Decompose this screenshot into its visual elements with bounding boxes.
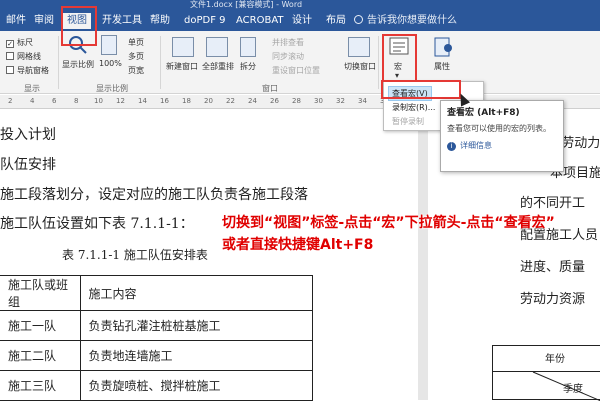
tab-acrobat[interactable]: ACROBAT bbox=[232, 13, 288, 29]
menu-item-pause-recording[interactable]: 暂停录制 bbox=[392, 116, 424, 127]
side-by-side-button[interactable]: 并排查看 bbox=[272, 37, 304, 48]
doc-line: 施工队伍设置如下表 7.1.1-1： bbox=[0, 216, 194, 232]
split-icon bbox=[240, 37, 256, 57]
table-header-cell: 施工队或班组 bbox=[0, 275, 81, 311]
table-cell: 负责钻孔灌注桩桩基施工 bbox=[79, 310, 313, 341]
new-window-icon bbox=[172, 37, 194, 57]
menu-item-record-macro[interactable]: 录制宏(R)... bbox=[392, 102, 435, 113]
annotation-line-2: 或者直接快捷键Alt+F8 bbox=[222, 237, 374, 253]
multiple-pages-button[interactable]: 多页 bbox=[128, 51, 144, 62]
tooltip-title: 查看宏 (Alt+F8) bbox=[447, 108, 520, 118]
table-caption: 表 7.1.1-1 施工队伍安排表 bbox=[62, 248, 208, 262]
table-cell: 季度 bbox=[563, 384, 583, 395]
properties-icon bbox=[434, 37, 452, 57]
tab-dopdf[interactable]: doPDF 9 bbox=[180, 13, 230, 29]
group-separator bbox=[160, 36, 161, 89]
tooltip-body: 查看您可以使用的宏的列表。 bbox=[447, 124, 551, 133]
doc-line: 的不同开工 bbox=[520, 196, 586, 211]
table-cell: 负责旋喷桩、搅拌桩施工 bbox=[79, 370, 313, 401]
tooltip-more-info-link[interactable]: i 详细信息 bbox=[447, 140, 557, 151]
tell-me-search[interactable]: 告诉我你想要做什么 bbox=[354, 13, 457, 29]
checkbox-checked-icon: ✓ bbox=[6, 40, 14, 48]
checkbox-gridlines[interactable]: 网格线 bbox=[6, 51, 41, 62]
doc-line: 进度、质量 bbox=[520, 260, 586, 275]
reset-window-position-button[interactable]: 重设窗口位置 bbox=[272, 65, 320, 76]
table-cell: 施工二队 bbox=[0, 340, 81, 371]
window-title: 文件1.docx [兼容模式] - Word bbox=[190, 0, 303, 9]
view-macros-tooltip: 查看宏 (Alt+F8) 查看您可以使用的宏的列表。 i 详细信息 bbox=[440, 100, 564, 172]
tab-review[interactable]: 审阅 bbox=[30, 13, 58, 29]
diagonal-line bbox=[532, 371, 600, 401]
checkbox-navigation-pane[interactable]: 导航窗格 bbox=[6, 65, 49, 76]
doc-line: 队伍安排 bbox=[0, 157, 56, 173]
table-header-cell: 施工内容 bbox=[79, 275, 313, 311]
table-header-row: 施工队或班组 施工内容 bbox=[0, 275, 313, 311]
group-label-show: 显示 bbox=[24, 84, 40, 93]
tab-developer[interactable]: 开发工具 bbox=[98, 13, 146, 29]
group-label-zoom: 显示比例 bbox=[96, 84, 128, 93]
zoom-100-label: 100% bbox=[99, 59, 122, 68]
tab-layout[interactable]: 布局 bbox=[322, 13, 350, 29]
table-row: 施工一队 负责钻孔灌注桩桩基施工 bbox=[0, 310, 313, 341]
doc-line: 施工段落划分，设定对应的施工队负责各施工段落 bbox=[0, 187, 308, 203]
checkbox-unchecked-icon bbox=[6, 66, 14, 74]
page-100-icon bbox=[101, 35, 117, 55]
table-row: 施工二队 负责地连墙施工 bbox=[0, 340, 313, 371]
one-page-button[interactable]: 单页 bbox=[128, 37, 144, 48]
zoom-label: 显示比例 bbox=[62, 60, 94, 69]
highlight-macros-button bbox=[382, 34, 417, 82]
switch-windows-icon bbox=[348, 37, 370, 57]
group-separator bbox=[378, 36, 379, 89]
group-separator bbox=[58, 36, 59, 89]
doc-line: 劳动力资源 bbox=[520, 292, 586, 307]
sync-scroll-button[interactable]: 同步滚动 bbox=[272, 51, 304, 62]
group-label-window: 窗口 bbox=[262, 84, 278, 93]
tab-design[interactable]: 设计 bbox=[288, 13, 316, 29]
arrange-all-icon bbox=[206, 37, 228, 57]
tab-mailings[interactable]: 邮件 bbox=[2, 13, 30, 29]
tell-me-text: 告诉我你想要做什么 bbox=[367, 15, 457, 26]
table-cell: 施工三队 bbox=[0, 370, 81, 401]
instruction-annotation: 切换到“视图”标签-点击“宏”下拉箭头-点击“查看宏” 或者直接快捷键Alt+F… bbox=[222, 212, 555, 256]
highlight-view-macros bbox=[381, 80, 461, 99]
resource-table: 年份 季度 bbox=[492, 345, 600, 401]
team-table: 施工队或班组 施工内容 施工一队 负责钻孔灌注桩桩基施工 施工二队 负责地连墙施… bbox=[0, 275, 313, 401]
page-width-button[interactable]: 页宽 bbox=[128, 65, 144, 76]
checkbox-ruler[interactable]: ✓ 标尺 bbox=[6, 37, 33, 48]
table-cell: 负责地连墙施工 bbox=[79, 340, 313, 371]
highlight-view-tab bbox=[61, 6, 97, 46]
tab-help[interactable]: 帮助 bbox=[146, 13, 174, 29]
doc-line: 投入计划 bbox=[0, 127, 56, 143]
annotation-line-1: 切换到“视图”标签-点击“宏”下拉箭头-点击“查看宏” bbox=[222, 215, 555, 231]
table-cell: 施工一队 bbox=[0, 310, 81, 341]
checkbox-unchecked-icon bbox=[6, 52, 14, 60]
table-row: 施工三队 负责旋喷桩、搅拌桩施工 bbox=[0, 370, 313, 401]
info-icon: i bbox=[447, 142, 456, 151]
lightbulb-icon bbox=[354, 15, 363, 24]
